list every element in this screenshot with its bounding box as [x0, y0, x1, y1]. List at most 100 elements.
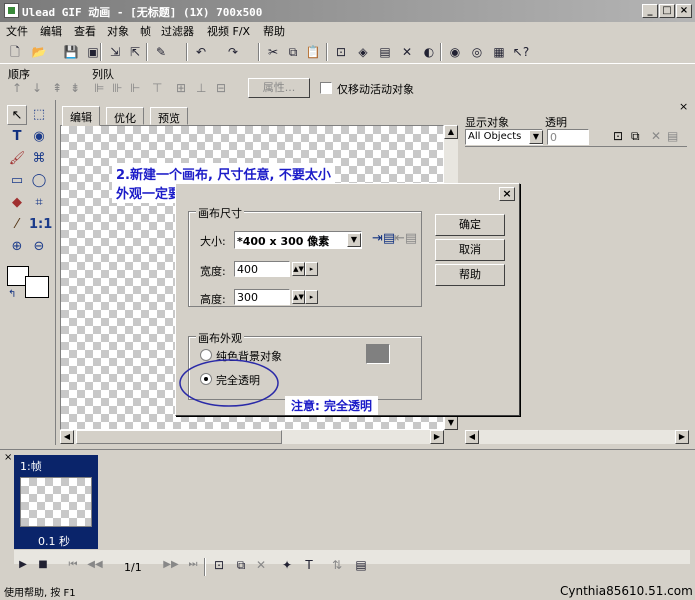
banner-text-icon[interactable]: T: [300, 556, 318, 574]
tween-icon[interactable]: ✦: [278, 556, 296, 574]
web-icon[interactable]: ◉: [446, 43, 464, 61]
export-icon[interactable]: ⇱: [126, 43, 144, 61]
scroll-right-arrow[interactable]: ▶: [430, 430, 444, 444]
panel-scroll-left-arrow[interactable]: ◀: [465, 430, 479, 444]
tools-icon[interactable]: ✕: [398, 43, 416, 61]
cut-icon[interactable]: ✂: [264, 43, 282, 61]
tab-edit[interactable]: 编辑: [62, 106, 100, 126]
brush-tool-icon[interactable]: 🖌: [7, 149, 27, 169]
order-bottom-icon[interactable]: ⇟: [70, 81, 80, 95]
align-middle-icon[interactable]: ⊞: [176, 81, 186, 95]
tab-optimize[interactable]: 优化: [106, 107, 144, 125]
layout-icon[interactable]: ▦: [490, 43, 508, 61]
solid-color-swatch[interactable]: [366, 344, 390, 364]
frame-thumbnail-1[interactable]: 1:帧 0.1 秒: [14, 455, 98, 549]
duplicate-object-icon[interactable]: ⧉: [631, 129, 640, 144]
align-left-icon[interactable]: ⊫: [94, 81, 104, 95]
play-icon[interactable]: ▶: [14, 556, 32, 574]
order-down-icon[interactable]: ↓: [32, 81, 42, 95]
delete-object-icon[interactable]: ✕: [651, 129, 661, 143]
text-tool-icon[interactable]: T: [7, 127, 27, 147]
align-right-icon[interactable]: ⊩: [130, 81, 140, 95]
menu-filter[interactable]: 过滤器: [161, 23, 194, 39]
help-button[interactable]: 帮助: [435, 264, 505, 286]
optimize-icon[interactable]: ◈: [354, 43, 372, 61]
shape-tool-icon[interactable]: ◉: [29, 127, 49, 147]
help-icon[interactable]: ↖?: [512, 43, 530, 61]
zoom-in-tool-icon[interactable]: ⊕: [7, 237, 27, 257]
panel-scroll-right-arrow[interactable]: ▶: [675, 430, 689, 444]
pointer-tool-icon[interactable]: ↖: [7, 105, 27, 125]
next-frame-icon[interactable]: ▶▶: [162, 556, 180, 574]
horizontal-scrollbar[interactable]: ◀ ▶: [60, 430, 444, 444]
dialog-close-button[interactable]: ×: [499, 187, 515, 201]
crop-tool-icon[interactable]: ⌗: [29, 193, 49, 213]
remove-size-icon[interactable]: ⇤▤: [394, 231, 417, 246]
object-settings-icon[interactable]: ▤: [667, 129, 678, 143]
browser-icon[interactable]: ◎: [468, 43, 486, 61]
width-spinner[interactable]: ▲▼ ▸: [292, 262, 318, 276]
zoom-out-tool-icon[interactable]: ⊖: [29, 237, 49, 257]
duplicate-frame-icon[interactable]: ⧉: [232, 556, 250, 574]
previous-frame-icon[interactable]: ◀◀: [86, 556, 104, 574]
menu-edit[interactable]: 编辑: [40, 23, 62, 39]
maximize-button[interactable]: □: [659, 4, 675, 18]
new-icon[interactable]: 🗋: [6, 43, 24, 61]
align-center-icon[interactable]: ⊪: [112, 81, 122, 95]
redo-icon[interactable]: ↷: [224, 43, 242, 61]
delete-frame-icon[interactable]: ✕: [252, 556, 270, 574]
ellipse-tool-icon[interactable]: ◯: [29, 171, 49, 191]
scroll-thumb[interactable]: [76, 430, 282, 444]
last-frame-icon[interactable]: ⏭: [184, 556, 202, 574]
chevron-down-icon[interactable]: ▼: [529, 130, 543, 144]
scroll-down-arrow[interactable]: ▼: [444, 416, 458, 430]
minimize-button[interactable]: _: [642, 4, 658, 18]
swap-colors-icon[interactable]: ↰: [8, 289, 16, 300]
menu-file[interactable]: 文件: [6, 23, 28, 39]
frame-panel-close-icon[interactable]: ×: [4, 452, 12, 463]
menu-video-fx[interactable]: 视频 F/X: [207, 23, 250, 39]
add-size-icon[interactable]: ⇥▤: [372, 231, 395, 246]
open-icon[interactable]: 📂: [30, 43, 48, 61]
panel-close-icon[interactable]: ×: [679, 100, 688, 113]
properties-button[interactable]: 属性...: [248, 78, 310, 98]
align-top-icon[interactable]: ⊤: [152, 81, 162, 95]
copy-icon[interactable]: ⧉: [284, 43, 302, 61]
fill-tool-icon[interactable]: ◆: [7, 193, 27, 213]
new-object-icon[interactable]: ⊡: [613, 129, 623, 143]
close-button[interactable]: ×: [676, 4, 692, 18]
wizard-icon[interactable]: ✎: [152, 43, 170, 61]
save-icon[interactable]: 💾: [62, 43, 80, 61]
align-bottom-icon[interactable]: ⊥: [196, 81, 206, 95]
frame-properties-icon[interactable]: ▤: [352, 556, 370, 574]
actual-size-tool-icon[interactable]: 1:1: [29, 215, 52, 235]
order-top-icon[interactable]: ⇞: [52, 81, 62, 95]
add-frame-icon[interactable]: ⊡: [210, 556, 228, 574]
menu-object[interactable]: 对象: [107, 23, 129, 39]
preview-icon[interactable]: ◐: [420, 43, 438, 61]
paste-icon[interactable]: 📋: [304, 43, 322, 61]
background-color-swatch[interactable]: [25, 276, 49, 298]
panel-horizontal-scrollbar[interactable]: ◀ ▶: [465, 430, 689, 444]
scroll-up-arrow[interactable]: ▲: [444, 125, 458, 139]
frame-icon[interactable]: ▤: [376, 43, 394, 61]
order-up-icon[interactable]: ↑: [12, 81, 22, 95]
distribute-icon[interactable]: ⊟: [216, 81, 226, 95]
crop-icon[interactable]: ⊡: [332, 43, 350, 61]
size-select[interactable]: *400 x 300 像素: [234, 231, 362, 249]
scroll-left-arrow[interactable]: ◀: [60, 430, 74, 444]
height-spinner[interactable]: ▲▼ ▸: [292, 290, 318, 304]
stop-icon[interactable]: ■: [34, 556, 52, 574]
move-active-checkbox[interactable]: [320, 82, 332, 94]
first-frame-icon[interactable]: ⏮: [64, 556, 82, 574]
menu-help[interactable]: 帮助: [263, 23, 285, 39]
reverse-icon[interactable]: ⇅: [328, 556, 346, 574]
undo-icon[interactable]: ↶: [192, 43, 210, 61]
menu-view[interactable]: 查看: [74, 23, 96, 39]
width-input[interactable]: 400: [234, 261, 290, 277]
lasso-tool-icon[interactable]: ⌘: [29, 149, 49, 169]
transparency-input[interactable]: 0: [547, 129, 589, 145]
tab-preview[interactable]: 预览: [150, 107, 188, 125]
import-icon[interactable]: ⇲: [106, 43, 124, 61]
eyedropper-tool-icon[interactable]: ⁄: [7, 215, 27, 235]
